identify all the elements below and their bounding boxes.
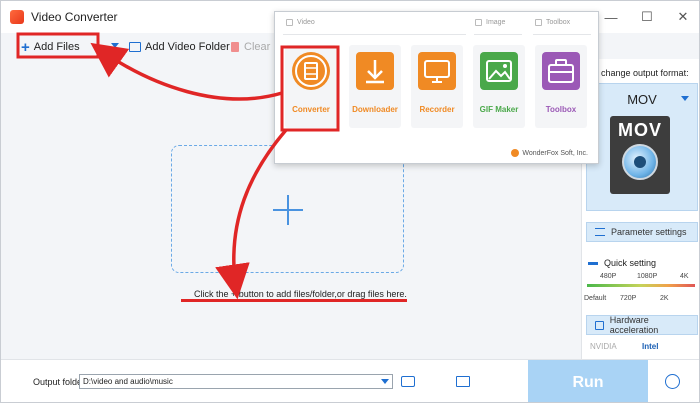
open-folder-icon[interactable]	[401, 376, 415, 387]
wonderfox-logo-icon	[511, 149, 520, 157]
section-video-label: Video	[297, 19, 315, 26]
quality-label-default: Default	[584, 295, 607, 302]
parameter-settings-button[interactable]: Parameter settings	[586, 222, 698, 242]
drop-zone[interactable]	[171, 145, 404, 273]
download-icon	[356, 52, 394, 90]
folder-icon	[129, 42, 141, 52]
intel-badge: Intel	[642, 342, 659, 351]
app-title: Video Converter	[31, 10, 118, 24]
section-divider	[474, 34, 522, 35]
tile-toolbox[interactable]: Toolbox	[535, 45, 587, 128]
output-preview-icon[interactable]	[456, 376, 470, 387]
add-files-button[interactable]: + Add Files	[21, 36, 80, 58]
format-dropdown-icon[interactable]	[681, 96, 689, 101]
output-folder-path: D:\video and audio\music	[83, 377, 173, 386]
tile-recorder[interactable]: Recorder	[411, 45, 463, 128]
quality-label-1080p: 1080P	[637, 273, 658, 280]
quick-setting-title: Quick setting	[588, 258, 656, 268]
quality-label-480p: 480P	[600, 273, 617, 280]
tile-toolbox-label: Toolbox	[545, 105, 577, 114]
output-folder-field[interactable]: D:\video and audio\music	[79, 374, 393, 389]
tile-gif-maker[interactable]: GIF Maker	[473, 45, 525, 128]
quick-setting-label: Quick setting	[604, 258, 657, 268]
window-controls: — ☐ ✕	[593, 1, 699, 33]
section-image-label: Image	[486, 19, 506, 26]
section-divider	[283, 34, 466, 35]
format-selector[interactable]: MOV MOV	[586, 83, 698, 211]
section-toolbox: Toolbox	[535, 19, 570, 26]
bottom-bar: Output folder: D:\video and audio\music …	[1, 359, 699, 402]
brand-label: WonderFox Soft, Inc.	[522, 149, 588, 157]
mov-icon-text: MOV	[617, 120, 662, 140]
settings-icon	[595, 228, 605, 236]
brand-footer: WonderFox Soft, Inc.	[511, 149, 588, 157]
drop-hint: Click the + button to add files/folder,o…	[194, 289, 407, 299]
alarm-clock-icon[interactable]	[665, 374, 680, 389]
section-divider	[533, 34, 591, 35]
screen-recorder-icon	[418, 52, 456, 90]
add-plus-icon-vertical	[287, 195, 289, 225]
nvidia-badge: NVIDIA	[590, 342, 617, 351]
slider-icon	[588, 261, 598, 265]
tile-gif-maker-label: GIF Maker	[479, 105, 519, 114]
section-video: Video	[286, 19, 315, 26]
app-window: Video Converter — ☐ ✕ + Add Files Add Vi…	[0, 0, 700, 403]
section-image: Image	[475, 19, 505, 26]
tile-recorder-label: Recorder	[419, 105, 455, 114]
trash-icon	[231, 42, 239, 52]
converter-icon	[292, 52, 330, 90]
plus-icon: +	[21, 38, 30, 56]
toolbox-icon	[542, 52, 580, 90]
hardware-acceleration-label: Hardware acceleration	[609, 315, 659, 335]
add-video-folder-label: Add Video Folder	[145, 41, 230, 53]
quality-label-720p: 720P	[620, 295, 637, 302]
clear-label: Clear	[244, 41, 271, 53]
section-toolbox-label: Toolbox	[546, 19, 571, 26]
quality-label-2k: 2K	[660, 295, 669, 302]
quality-label-4k: 4K	[680, 273, 689, 280]
app-logo-icon	[10, 10, 24, 24]
hint-annotation-underline	[181, 299, 407, 302]
quality-slider[interactable]	[587, 284, 695, 287]
close-button[interactable]: ✕	[665, 1, 699, 33]
clear-button[interactable]: Clear	[231, 36, 270, 58]
image-icon	[480, 52, 518, 90]
quicktime-icon	[622, 144, 658, 180]
add-files-dropdown-icon[interactable]	[111, 43, 119, 48]
add-files-label: Add Files	[33, 41, 80, 53]
parameter-settings-label: Parameter settings	[611, 227, 687, 237]
mov-format-icon: MOV	[610, 116, 670, 194]
hardware-acceleration-button[interactable]: Hardware acceleration	[586, 315, 698, 335]
chip-icon	[595, 320, 604, 330]
maximize-button[interactable]: ☐	[629, 1, 665, 33]
video-section-icon	[286, 19, 293, 26]
module-launcher-popup: Video Image Toolbox Converter Downloader	[274, 11, 599, 164]
output-folder-dropdown-icon[interactable]	[381, 379, 389, 384]
toolbox-section-icon	[535, 19, 542, 26]
tile-converter-label: Converter	[292, 105, 330, 114]
format-hint: : to change output format:	[586, 68, 689, 78]
tile-downloader[interactable]: Downloader	[349, 45, 401, 128]
run-button[interactable]: Run	[528, 360, 648, 402]
image-section-icon	[475, 19, 482, 26]
tile-converter[interactable]: Converter	[285, 45, 337, 128]
tile-downloader-label: Downloader	[352, 105, 398, 114]
add-video-folder-button[interactable]: Add Video Folder	[129, 36, 230, 58]
